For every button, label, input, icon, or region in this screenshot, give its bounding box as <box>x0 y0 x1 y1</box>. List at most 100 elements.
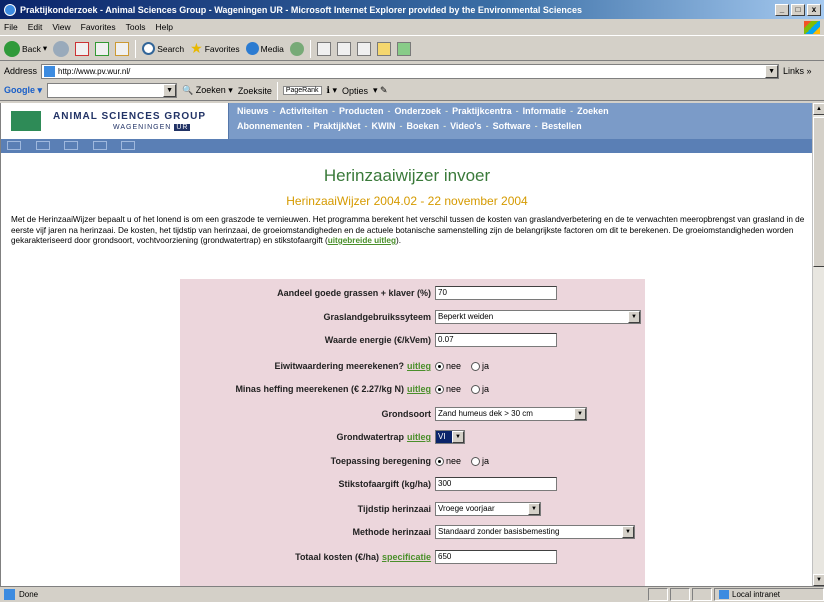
toolbar-separator <box>276 81 278 100</box>
highlight-button[interactable]: ▾ ✎ <box>373 85 388 96</box>
logo-subtext: WAGENINGEN UR <box>113 124 191 131</box>
favorites-button[interactable]: ★ Favorites <box>190 40 240 57</box>
browser-window: Praktijkonderzoek - Animal Sciences Grou… <box>0 0 824 602</box>
stikstof-input[interactable]: 300 <box>435 477 557 491</box>
form-row-aandeel: Aandeel goede grassen + klaver (%) 70 <box>180 285 645 301</box>
edit-button[interactable] <box>356 41 371 56</box>
cart-icon[interactable] <box>121 141 136 150</box>
beregening-nee-radio[interactable]: nee <box>435 456 461 466</box>
history-button[interactable] <box>289 41 304 56</box>
google-zoeken-button[interactable]: 🔍 Zoeken ▾ <box>182 85 233 96</box>
people-icon[interactable] <box>92 141 107 150</box>
chevron-down-icon: ▼ <box>574 408 586 420</box>
scroll-thumb[interactable] <box>813 117 824 267</box>
close-button[interactable]: x <box>807 3 821 16</box>
nav-separator: - <box>570 106 574 116</box>
intranet-icon <box>719 590 729 599</box>
star-icon: ★ <box>190 40 203 56</box>
google-opties-button[interactable]: Opties <box>342 86 368 96</box>
nav-separator: - <box>399 121 403 131</box>
menu-file[interactable]: File <box>4 22 18 32</box>
kosten-specificatie-link[interactable]: specificatie <box>382 552 431 562</box>
chevron-down-icon: ▼ <box>528 503 540 515</box>
main-nav-item[interactable]: Zoeken <box>577 106 609 116</box>
nav-separator: - <box>445 106 449 116</box>
tijdstip-select[interactable]: Vroege voorjaar ▼ <box>435 502 541 516</box>
energie-input[interactable]: 0.07 <box>435 333 557 347</box>
search-button[interactable]: Search <box>142 42 184 55</box>
window-title: Praktijkonderzoek - Animal Sciences Grou… <box>20 4 582 15</box>
sub-nav-item[interactable]: Bestellen <box>542 121 582 131</box>
grondsoort-select[interactable]: Zand humeus dek > 30 cm ▼ <box>435 407 587 421</box>
pagerank-indicator[interactable]: PageRank <box>282 86 322 95</box>
logo-mark-icon <box>11 111 41 131</box>
google-toolbar: Google ▾ ▼ 🔍 Zoeken ▾ Zoeksite PageRank … <box>0 81 824 101</box>
methode-select[interactable]: Standaard zonder basisbemesting ▼ <box>435 525 635 539</box>
main-nav-item[interactable]: Praktijkcentra <box>452 106 512 116</box>
vertical-scrollbar[interactable]: ▲ ▼ <box>812 103 824 586</box>
menu-help[interactable]: Help <box>155 22 172 32</box>
stop-button[interactable] <box>75 41 90 56</box>
main-nav-item[interactable]: Informatie <box>523 106 567 116</box>
grondwater-select[interactable]: VI ▼ <box>435 430 465 444</box>
minas-nee-radio[interactable]: nee <box>435 384 461 394</box>
menu-edit[interactable]: Edit <box>28 22 43 32</box>
info-button[interactable]: ℹ ▾ <box>327 85 337 96</box>
grondwater-uitleg-link[interactable]: uitleg <box>407 432 431 442</box>
messenger-button[interactable] <box>396 41 411 56</box>
google-zoeksite-button[interactable]: Zoeksite <box>238 86 272 96</box>
sub-nav-item[interactable]: PraktijkNet <box>314 121 361 131</box>
home-nav-icon[interactable] <box>7 141 21 150</box>
minas-uitleg-link[interactable]: uitleg <box>407 384 431 394</box>
maximize-button[interactable]: □ <box>791 3 805 16</box>
forward-button[interactable] <box>53 40 70 57</box>
sub-nav-item[interactable]: Video's <box>450 121 482 131</box>
main-nav-item[interactable]: Producten <box>339 106 384 116</box>
sub-nav-item[interactable]: Boeken <box>407 121 440 131</box>
google-search-dropdown[interactable]: ▼ <box>163 84 177 97</box>
address-dropdown[interactable]: ▼ <box>765 64 779 78</box>
form-row-gebruik: Graslandgebruikssyteem Beperkt weiden ▼ <box>180 309 645 325</box>
sub-nav-item[interactable]: Software <box>493 121 531 131</box>
media-button[interactable]: Media <box>245 42 284 55</box>
scroll-up-arrow-icon[interactable]: ▲ <box>813 103 824 115</box>
chevron-down-icon: ▼ <box>628 311 640 323</box>
eiwit-uitleg-link[interactable]: uitleg <box>407 361 431 371</box>
mail-button[interactable] <box>316 41 331 56</box>
uitgebreide-uitleg-link[interactable]: uitgebreide uitleg <box>328 236 396 245</box>
main-nav-item[interactable]: Nieuws <box>237 106 269 116</box>
back-button[interactable]: Back ▾ <box>4 40 47 57</box>
beregening-ja-radio[interactable]: ja <box>471 456 489 466</box>
home-button[interactable] <box>115 41 130 56</box>
refresh-button[interactable] <box>95 41 110 56</box>
main-nav-item[interactable]: Activiteiten <box>280 106 329 116</box>
google-button[interactable]: Google ▾ <box>4 85 42 96</box>
sub-nav-item[interactable]: Abonnementen <box>237 121 303 131</box>
sub-nav-item[interactable]: KWIN <box>372 121 396 131</box>
google-search-input[interactable]: ▼ <box>47 83 178 98</box>
folder-button[interactable] <box>376 41 391 56</box>
address-input[interactable]: http://www.pv.wur.nl/ ▼ <box>41 63 780 79</box>
gebruik-select[interactable]: Beperkt weiden ▼ <box>435 310 641 324</box>
status-pane <box>692 588 712 601</box>
mail-nav-icon[interactable] <box>64 141 79 150</box>
asg-logo[interactable]: ANIMAL SCIENCES GROUP WAGENINGEN UR <box>1 103 229 139</box>
scroll-down-arrow-icon[interactable]: ▼ <box>813 574 824 586</box>
menu-favorites[interactable]: Favorites <box>81 22 116 32</box>
minas-ja-radio[interactable]: ja <box>471 384 489 394</box>
nav-separator: - <box>272 106 276 116</box>
menu-tools[interactable]: Tools <box>126 22 146 32</box>
main-nav-item[interactable]: Onderzoek <box>395 106 442 116</box>
aandeel-input[interactable]: 70 <box>435 286 557 300</box>
menu-view[interactable]: View <box>52 22 70 32</box>
kosten-input[interactable]: 650 <box>435 550 557 564</box>
eiwit-nee-radio[interactable]: nee <box>435 361 461 371</box>
minimize-button[interactable]: _ <box>775 3 789 16</box>
links-button[interactable]: Links » <box>783 66 812 76</box>
print-button[interactable] <box>336 41 351 56</box>
nav-separator: - <box>306 121 310 131</box>
input-form: Aandeel goede grassen + klaver (%) 70 Gr… <box>180 279 645 586</box>
uk-flag-icon[interactable] <box>35 141 50 150</box>
eiwit-ja-radio[interactable]: ja <box>471 361 489 371</box>
chevron-down-icon: ▼ <box>622 526 634 538</box>
